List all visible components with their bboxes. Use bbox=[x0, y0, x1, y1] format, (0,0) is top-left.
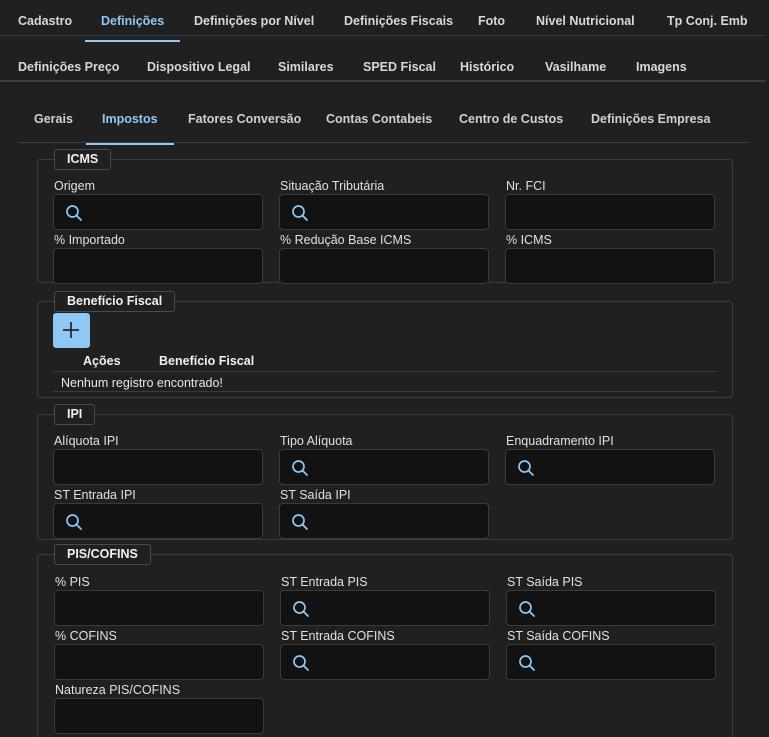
subtab-definicoes-empresa[interactable]: Definições Empresa bbox=[591, 112, 711, 126]
add-beneficio-button[interactable] bbox=[53, 313, 90, 348]
aliquota-ipi-input[interactable] bbox=[53, 449, 263, 485]
tab-definicoes[interactable]: Definições bbox=[84, 14, 181, 42]
tab-foto[interactable]: Foto bbox=[478, 14, 505, 28]
st-saida-cofins-search-field[interactable] bbox=[506, 644, 716, 680]
st-saida-cofins-label: ST Saída COFINS bbox=[507, 629, 610, 643]
search-icon[interactable] bbox=[65, 204, 83, 222]
st-entrada-pis-search-field[interactable] bbox=[280, 590, 490, 626]
st-entrada-cofins-search-field[interactable] bbox=[280, 644, 490, 680]
tabs-divider-2 bbox=[0, 80, 765, 82]
st-saida-ipi-label: ST Saída IPI bbox=[280, 488, 351, 502]
natureza-label: Natureza PIS/COFINS bbox=[55, 683, 181, 697]
table-header-divider bbox=[53, 371, 717, 372]
plus-icon bbox=[63, 322, 79, 338]
nr-fci-input[interactable] bbox=[505, 194, 715, 230]
col-beneficio-header: Benefício Fiscal bbox=[159, 354, 255, 368]
st-saida-pis-label: ST Saída PIS bbox=[507, 575, 583, 589]
tab-definicoes-preco[interactable]: Definições Preço bbox=[18, 60, 119, 74]
subtab-contas-contabeis[interactable]: Contas Contabeis bbox=[326, 112, 432, 126]
tab-similares[interactable]: Similares bbox=[278, 60, 334, 74]
st-entrada-ipi-label: ST Entrada IPI bbox=[54, 488, 136, 502]
reducao-base-label: % Redução Base ICMS bbox=[280, 233, 412, 247]
icms-pct-input[interactable] bbox=[505, 248, 715, 284]
search-icon[interactable] bbox=[291, 459, 309, 477]
st-entrada-cofins-label: ST Entrada COFINS bbox=[281, 629, 395, 643]
pis-cofins-legend: PIS/COFINS bbox=[54, 544, 151, 565]
pis-cofins-fieldset: PIS/COFINS % PIS ST Entrada PIS ST Saída… bbox=[37, 544, 733, 737]
ipi-legend: IPI bbox=[54, 404, 96, 425]
search-icon[interactable] bbox=[292, 600, 310, 618]
tab-dispositivo-legal[interactable]: Dispositivo Legal bbox=[147, 60, 251, 74]
search-icon[interactable] bbox=[65, 513, 83, 531]
enquadramento-ipi-label: Enquadramento IPI bbox=[506, 434, 614, 448]
search-icon[interactable] bbox=[291, 513, 309, 531]
natureza-input[interactable] bbox=[54, 698, 264, 734]
nr-fci-label: Nr. FCI bbox=[506, 179, 546, 193]
subtab-centro-de-custos[interactable]: Centro de Custos bbox=[459, 112, 563, 126]
tipo-aliquota-label: Tipo Alíquota bbox=[280, 434, 353, 448]
tab-definicoes-fiscais[interactable]: Definições Fiscais bbox=[344, 14, 453, 28]
tabs-divider-1 bbox=[0, 35, 765, 36]
tab-definicoes-por-nivel[interactable]: Definições por Nível bbox=[194, 14, 314, 28]
col-acoes-header: Ações bbox=[83, 354, 121, 368]
cofins-pct-input[interactable] bbox=[54, 644, 264, 680]
situacao-tributaria-search-field[interactable] bbox=[279, 194, 489, 230]
tipo-aliquota-search-field[interactable] bbox=[279, 449, 489, 485]
origem-label: Origem bbox=[54, 179, 95, 193]
importado-label: % Importado bbox=[54, 233, 125, 247]
st-saida-ipi-search-field[interactable] bbox=[279, 503, 489, 539]
search-icon[interactable] bbox=[292, 654, 310, 672]
tab-imagens[interactable]: Imagens bbox=[636, 60, 687, 74]
origem-search-field[interactable] bbox=[53, 194, 263, 230]
subtabs-divider bbox=[18, 142, 749, 143]
aliquota-ipi-label: Alíquota IPI bbox=[54, 434, 119, 448]
subtab-gerais[interactable]: Gerais bbox=[34, 112, 73, 126]
ipi-fieldset: IPI Alíquota IPI Tipo Alíquota Enquadram… bbox=[37, 404, 733, 540]
st-entrada-ipi-search-field[interactable] bbox=[53, 503, 263, 539]
tab-historico[interactable]: Histórico bbox=[460, 60, 514, 74]
pis-pct-input[interactable] bbox=[54, 590, 264, 626]
icms-legend: ICMS bbox=[54, 149, 112, 170]
tab-cadastro[interactable]: Cadastro bbox=[18, 14, 72, 28]
enquadramento-ipi-search-field[interactable] bbox=[505, 449, 715, 485]
subtab-impostos[interactable]: Impostos bbox=[86, 112, 174, 145]
table-bottom-divider bbox=[53, 391, 717, 392]
beneficio-fiscal-legend: Benefício Fiscal bbox=[54, 291, 176, 312]
situacao-tributaria-label: Situação Tributária bbox=[280, 179, 385, 193]
st-entrada-pis-label: ST Entrada PIS bbox=[281, 575, 368, 589]
pis-pct-label: % PIS bbox=[55, 575, 90, 589]
empty-table-message: Nenhum registro encontrado! bbox=[61, 376, 223, 390]
subtab-fatores-conversao[interactable]: Fatores Conversão bbox=[188, 112, 301, 126]
reducao-base-input[interactable] bbox=[279, 248, 489, 284]
search-icon[interactable] bbox=[291, 204, 309, 222]
tab-sped-fiscal[interactable]: SPED Fiscal bbox=[363, 60, 436, 74]
tab-nivel-nutricional[interactable]: Nível Nutricional bbox=[536, 14, 635, 28]
search-icon[interactable] bbox=[518, 654, 536, 672]
st-saida-pis-search-field[interactable] bbox=[506, 590, 716, 626]
beneficio-fiscal-fieldset: Benefício Fiscal Ações Benefício Fiscal … bbox=[37, 291, 733, 398]
icms-pct-label: % ICMS bbox=[506, 233, 552, 247]
icms-fieldset: ICMS Origem Situação Tributária Nr. FCI … bbox=[37, 149, 733, 284]
cofins-pct-label: % COFINS bbox=[55, 629, 117, 643]
tab-tp-conj-emb[interactable]: Tp Conj. Emb bbox=[667, 14, 748, 28]
search-icon[interactable] bbox=[518, 600, 536, 618]
search-icon[interactable] bbox=[517, 459, 535, 477]
tab-vasilhame[interactable]: Vasilhame bbox=[545, 60, 606, 74]
importado-input[interactable] bbox=[53, 248, 263, 284]
